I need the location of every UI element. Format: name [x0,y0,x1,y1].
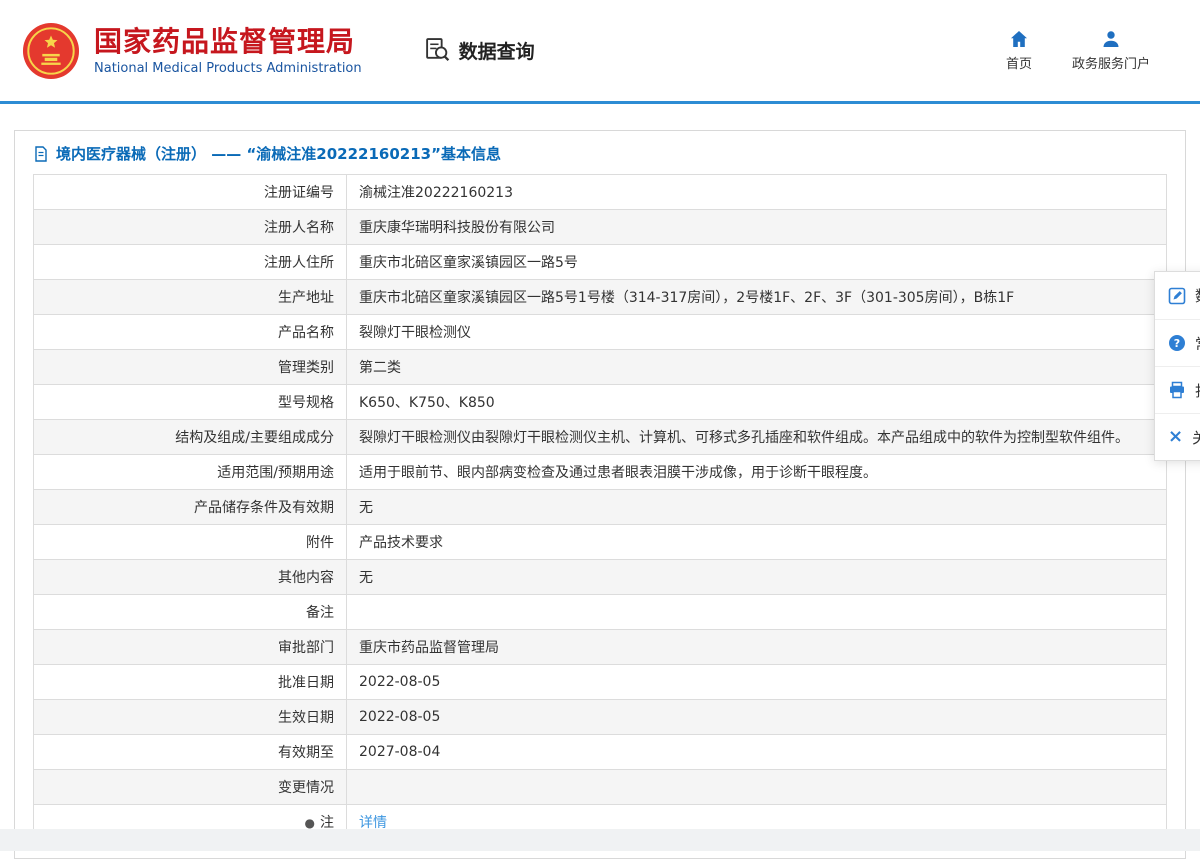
toolbar-item-label: 关 [1192,427,1200,448]
table-row: 生产地址重庆市北碚区童家溪镇园区一路5号1号楼（314-317房间），2号楼1F… [34,280,1167,315]
toolbar-item-label: 常 [1195,333,1200,354]
nav-portal-label: 政务服务门户 [1072,53,1150,72]
row-label: 结构及组成/主要组成成分 [34,420,347,455]
table-row: 型号规格K650、K750、K850 [34,385,1167,420]
row-value: 第二类 [347,350,1167,385]
row-value [347,770,1167,805]
svg-text:?: ? [1174,337,1180,350]
row-label: 生效日期 [34,700,347,735]
data-query-nav[interactable]: 数据查询 [424,37,535,64]
row-value: K650、K750、K850 [347,385,1167,420]
row-value [347,595,1167,630]
note-dot-icon: ● [305,816,315,830]
row-value: 适用于眼前节、眼内部病变检查及通过患者眼表泪膜干涉成像，用于诊断干眼程度。 [347,455,1167,490]
table-row: 适用范围/预期用途适用于眼前节、眼内部病变检查及通过患者眼表泪膜干涉成像，用于诊… [34,455,1167,490]
data-query-label: 数据查询 [459,37,535,64]
table-row: 管理类别第二类 [34,350,1167,385]
row-label: 管理类别 [34,350,347,385]
document-search-icon [424,37,451,64]
row-label: 产品储存条件及有效期 [34,490,347,525]
home-icon [1009,29,1029,49]
table-row: 注册人住所重庆市北碚区童家溪镇园区一路5号 [34,245,1167,280]
row-value: 无 [347,560,1167,595]
row-value: 裂隙灯干眼检测仪由裂隙灯干眼检测仪主机、计算机、可移式多孔插座和软件组成。本产品… [347,420,1167,455]
row-label: 变更情况 [34,770,347,805]
row-label: 产品名称 [34,315,347,350]
user-icon [1101,29,1121,49]
row-label: 注册人名称 [34,210,347,245]
close-icon: × [1168,428,1183,446]
question-circle-icon: ? [1168,334,1186,352]
org-name-en: National Medical Products Administration [94,61,362,76]
table-row: 其他内容无 [34,560,1167,595]
document-icon [33,146,49,162]
national-emblem-icon [22,22,80,80]
table-row: 生效日期2022-08-05 [34,700,1167,735]
table-row: 附件产品技术要求 [34,525,1167,560]
printer-icon [1168,381,1186,399]
row-value: 重庆市药品监督管理局 [347,630,1167,665]
row-label: 注册人住所 [34,245,347,280]
info-table-body: 注册证编号渝械注准20222160213注册人名称重庆康华瑞明科技股份有限公司注… [34,175,1167,840]
floating-toolbar: 数 ? 常 打 × 关 [1154,271,1200,461]
table-row: 审批部门重庆市药品监督管理局 [34,630,1167,665]
nav-home[interactable]: 首页 [1006,29,1032,72]
row-value: 重庆康华瑞明科技股份有限公司 [347,210,1167,245]
row-label: 型号规格 [34,385,347,420]
header-divider [0,101,1200,104]
row-label: 生产地址 [34,280,347,315]
org-titles: 国家药品监督管理局 National Medical Products Admi… [94,25,362,77]
toolbar-item-print[interactable]: 打 [1155,366,1200,413]
row-value: 产品技术要求 [347,525,1167,560]
row-value: 2022-08-05 [347,665,1167,700]
row-value: 裂隙灯干眼检测仪 [347,315,1167,350]
row-value: 重庆市北碚区童家溪镇园区一路5号1号楼（314-317房间），2号楼1F、2F、… [347,280,1167,315]
nav-portal[interactable]: 政务服务门户 [1072,29,1150,72]
row-label: 有效期至 [34,735,347,770]
table-row: 产品名称裂隙灯干眼检测仪 [34,315,1167,350]
toolbar-item-close[interactable]: × 关 [1155,413,1200,460]
header-nav: 首页 政务服务门户 [1006,29,1150,72]
org-name-cn: 国家药品监督管理局 [94,25,362,59]
page-title: 境内医疗器械（注册） —— “渝械注准20222160213”基本信息 [15,131,1185,174]
row-label: 批准日期 [34,665,347,700]
table-row: 产品储存条件及有效期无 [34,490,1167,525]
row-value: 2027-08-04 [347,735,1167,770]
table-row: 批准日期2022-08-05 [34,665,1167,700]
row-label: 适用范围/预期用途 [34,455,347,490]
toolbar-item-faq[interactable]: ? 常 [1155,319,1200,366]
footer-strip [0,829,1200,851]
table-row: 注册人名称重庆康华瑞明科技股份有限公司 [34,210,1167,245]
info-table: 注册证编号渝械注准20222160213注册人名称重庆康华瑞明科技股份有限公司注… [33,174,1167,840]
row-label: 备注 [34,595,347,630]
row-label: 其他内容 [34,560,347,595]
edit-feedback-icon [1168,287,1186,305]
row-value: 无 [347,490,1167,525]
row-label: 附件 [34,525,347,560]
table-row: 结构及组成/主要组成成分裂隙灯干眼检测仪由裂隙灯干眼检测仪主机、计算机、可移式多… [34,420,1167,455]
toolbar-item-label: 打 [1195,380,1200,401]
row-value: 渝械注准20222160213 [347,175,1167,210]
content-panel: 境内医疗器械（注册） —— “渝械注准20222160213”基本信息 注册证编… [14,130,1186,859]
nav-home-label: 首页 [1006,53,1032,72]
site-logo[interactable]: 国家药品监督管理局 National Medical Products Admi… [22,22,362,80]
page-title-text: 境内医疗器械（注册） —— “渝械注准20222160213”基本信息 [56,143,501,164]
row-label: 注册证编号 [34,175,347,210]
table-row: 变更情况 [34,770,1167,805]
table-row: 有效期至2027-08-04 [34,735,1167,770]
toolbar-item-label: 数 [1195,285,1200,306]
site-header: 国家药品监督管理局 National Medical Products Admi… [0,0,1200,101]
row-value: 重庆市北碚区童家溪镇园区一路5号 [347,245,1167,280]
row-value: 2022-08-05 [347,700,1167,735]
table-row: 备注 [34,595,1167,630]
table-row: 注册证编号渝械注准20222160213 [34,175,1167,210]
row-label: 审批部门 [34,630,347,665]
toolbar-item-feedback[interactable]: 数 [1155,272,1200,319]
